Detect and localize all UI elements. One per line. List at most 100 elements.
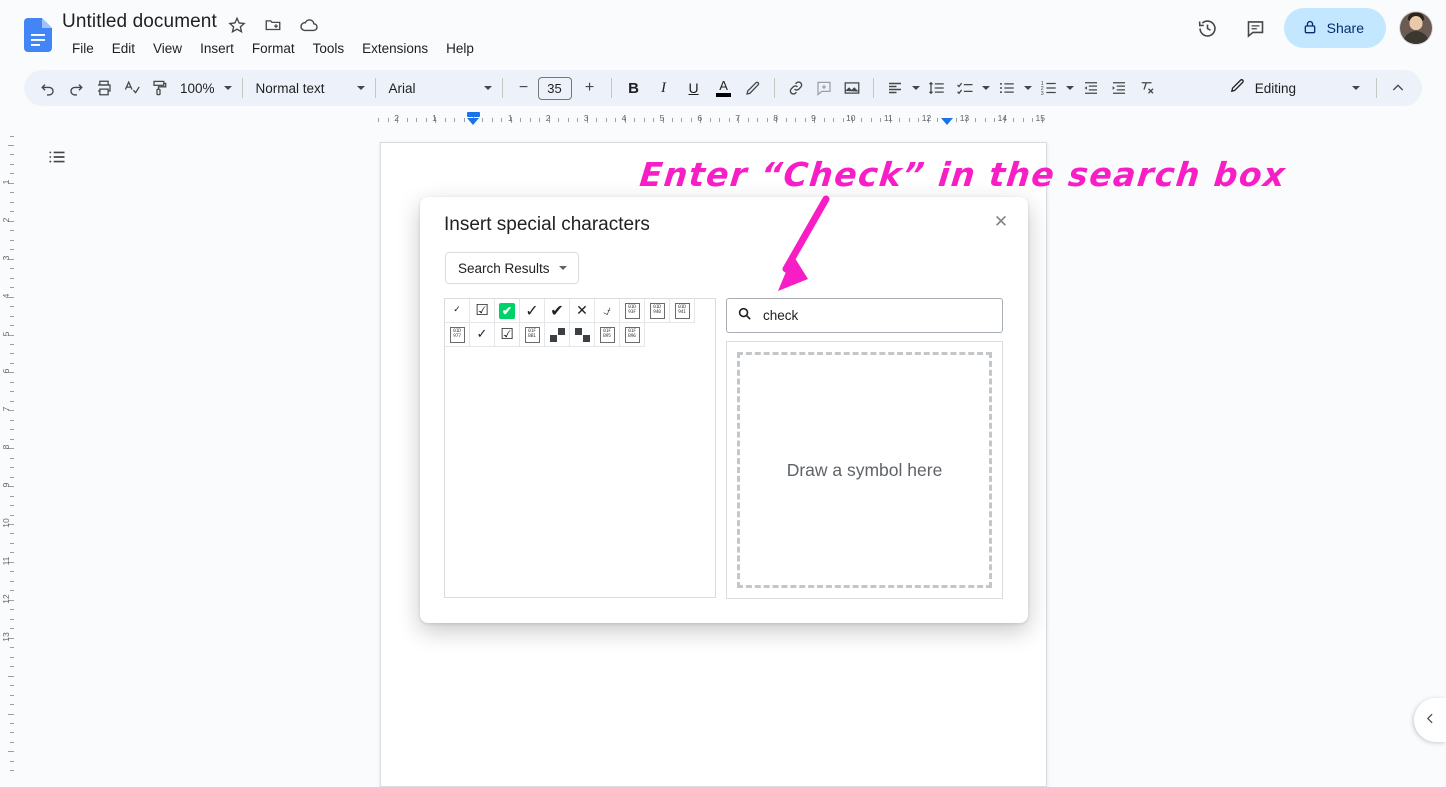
share-button[interactable]: Share bbox=[1284, 8, 1386, 48]
bold-button[interactable]: B bbox=[619, 74, 649, 102]
text-color-button[interactable]: A bbox=[709, 74, 739, 102]
cloud-saved-icon[interactable] bbox=[299, 15, 319, 35]
character-cell-quadrant-block-b[interactable] bbox=[570, 323, 595, 347]
missing-glyph-codepoint-box: 01D940 bbox=[650, 303, 665, 319]
italic-button[interactable]: I bbox=[649, 74, 679, 102]
character-cell-ballot-box-with-check-2[interactable]: ☑ bbox=[495, 323, 520, 347]
clear-formatting-icon[interactable] bbox=[1133, 74, 1161, 102]
character-cell-codepoint-1d940[interactable]: 01D940 bbox=[645, 299, 670, 323]
font-family-selector[interactable]: Arial bbox=[383, 74, 495, 102]
character-cell-check-mark-light[interactable]: ✓ bbox=[520, 299, 545, 323]
character-cell-heavy-check-mark[interactable]: ✔ bbox=[545, 299, 570, 323]
redo-icon[interactable] bbox=[62, 74, 90, 102]
font-size-input[interactable]: 35 bbox=[538, 77, 572, 100]
move-to-folder-icon[interactable] bbox=[263, 15, 283, 35]
checklist-selector[interactable] bbox=[951, 74, 993, 102]
character-cell-codepoint-1d93f[interactable]: 01D93F bbox=[620, 299, 645, 323]
menu-item-view[interactable]: View bbox=[144, 39, 191, 58]
character-cell-codepoint-1fbb1[interactable]: 01FBB1 bbox=[520, 323, 545, 347]
add-comment-icon[interactable] bbox=[810, 74, 838, 102]
zoom-level-selector[interactable]: 100% bbox=[174, 74, 235, 102]
star-icon[interactable] bbox=[227, 15, 247, 35]
increase-font-size-button[interactable]: + bbox=[576, 74, 604, 102]
ruler-tick bbox=[530, 118, 531, 122]
document-outline-icon[interactable] bbox=[42, 142, 72, 172]
right-indent-marker[interactable] bbox=[941, 118, 953, 125]
toolbar-divider bbox=[242, 78, 243, 98]
version-history-icon[interactable] bbox=[1188, 8, 1228, 48]
character-glyph: ☑ bbox=[475, 303, 488, 318]
search-input[interactable] bbox=[761, 307, 992, 324]
line-spacing-icon[interactable] bbox=[923, 74, 951, 102]
horizontal-ruler[interactable]: 21123456789101112131415 bbox=[0, 110, 1446, 128]
highlight-pen-icon[interactable] bbox=[739, 74, 767, 102]
avatar[interactable] bbox=[1400, 12, 1432, 44]
decrease-font-size-button[interactable]: − bbox=[510, 74, 538, 102]
ruler-label: 8 bbox=[1, 439, 11, 455]
character-category-selector[interactable]: Search Results bbox=[445, 252, 579, 284]
document-title[interactable]: Untitled document bbox=[62, 11, 217, 33]
menu-item-insert[interactable]: Insert bbox=[191, 39, 243, 58]
ruler-tick bbox=[795, 118, 796, 122]
character-results-grid[interactable]: ✓☑✔✓✔✕⍻01D93F01D94001D94101D977✓☑01FBB10… bbox=[444, 298, 716, 598]
character-cell-codepoint-1d977[interactable]: 01D977 bbox=[445, 323, 470, 347]
paint-format-icon[interactable] bbox=[146, 74, 174, 102]
character-cell-ballot-box-with-check[interactable]: ☑ bbox=[470, 299, 495, 323]
menu-item-help[interactable]: Help bbox=[437, 39, 483, 58]
left-indent-marker[interactable] bbox=[467, 118, 479, 125]
ruler-tick bbox=[10, 742, 14, 743]
character-cell-codepoint-1d941[interactable]: 01D941 bbox=[670, 299, 695, 323]
ruler-tick bbox=[10, 429, 14, 430]
ruler-tick bbox=[786, 118, 787, 122]
menu-item-edit[interactable]: Edit bbox=[103, 39, 144, 58]
toolbar-divider bbox=[611, 78, 612, 98]
character-cell-codepoint-1fb96[interactable]: 01FB96 bbox=[620, 323, 645, 347]
increase-indent-icon[interactable] bbox=[1105, 74, 1133, 102]
menu-item-extensions[interactable]: Extensions bbox=[353, 39, 437, 58]
chevron-up-icon[interactable] bbox=[1384, 74, 1412, 102]
ruler-label: 13 bbox=[1, 629, 11, 645]
avatar-head bbox=[1410, 16, 1423, 30]
checklist-icon bbox=[951, 74, 979, 102]
spellcheck-icon[interactable] bbox=[118, 74, 146, 102]
draw-symbol-canvas[interactable]: Draw a symbol here bbox=[737, 352, 992, 588]
insert-image-icon[interactable] bbox=[838, 74, 866, 102]
editing-mode-selector[interactable]: Editing bbox=[1221, 74, 1369, 102]
draw-symbol-label: Draw a symbol here bbox=[787, 460, 943, 481]
menu-item-format[interactable]: Format bbox=[243, 39, 304, 58]
ruler-tick bbox=[956, 118, 957, 122]
character-cell-codepoint-1fb95[interactable]: 01FB95 bbox=[595, 323, 620, 347]
character-cell-quadrant-block-a[interactable] bbox=[545, 323, 570, 347]
character-cell-check-mark-thin[interactable]: ✓ bbox=[470, 323, 495, 347]
comment-history-icon[interactable] bbox=[1236, 8, 1276, 48]
menu-item-tools[interactable]: Tools bbox=[304, 39, 354, 58]
undo-icon[interactable] bbox=[34, 74, 62, 102]
align-selector[interactable] bbox=[881, 74, 923, 102]
quadrant-block-glyph bbox=[550, 328, 565, 342]
character-cell-tiny-check[interactable]: ✓ bbox=[445, 299, 470, 323]
character-glyph: ✓ bbox=[453, 306, 461, 315]
ruler-tick bbox=[710, 118, 711, 122]
character-cell-not-check-mark[interactable]: ⍻ bbox=[595, 299, 620, 323]
menu-item-file[interactable]: File bbox=[63, 39, 103, 58]
paragraph-style-selector[interactable]: Normal text bbox=[250, 74, 368, 102]
numbered-list-selector[interactable]: 1 2 3 bbox=[1035, 74, 1077, 102]
ruler-tick bbox=[10, 704, 14, 705]
character-search-box[interactable] bbox=[726, 298, 1003, 333]
menu-bar: File Edit View Insert Format Tools Exten… bbox=[63, 39, 483, 58]
left-indent-bar[interactable] bbox=[467, 112, 480, 117]
ruler-tick bbox=[10, 240, 14, 241]
close-icon[interactable]: ✕ bbox=[988, 209, 1014, 235]
zoom-level-value: 100% bbox=[174, 81, 221, 96]
text-color-swatch bbox=[716, 93, 731, 97]
character-cell-white-heavy-check-mark[interactable]: ✔ bbox=[495, 299, 520, 323]
underline-button[interactable]: U bbox=[679, 74, 709, 102]
character-cell-multiplication-x[interactable]: ✕ bbox=[570, 299, 595, 323]
link-icon[interactable] bbox=[782, 74, 810, 102]
print-icon[interactable] bbox=[90, 74, 118, 102]
decrease-indent-icon[interactable] bbox=[1077, 74, 1105, 102]
ruler-label: 3 bbox=[1, 250, 11, 266]
ruler-tick bbox=[388, 118, 389, 122]
bulleted-list-selector[interactable] bbox=[993, 74, 1035, 102]
chevron-down-icon bbox=[909, 83, 923, 93]
